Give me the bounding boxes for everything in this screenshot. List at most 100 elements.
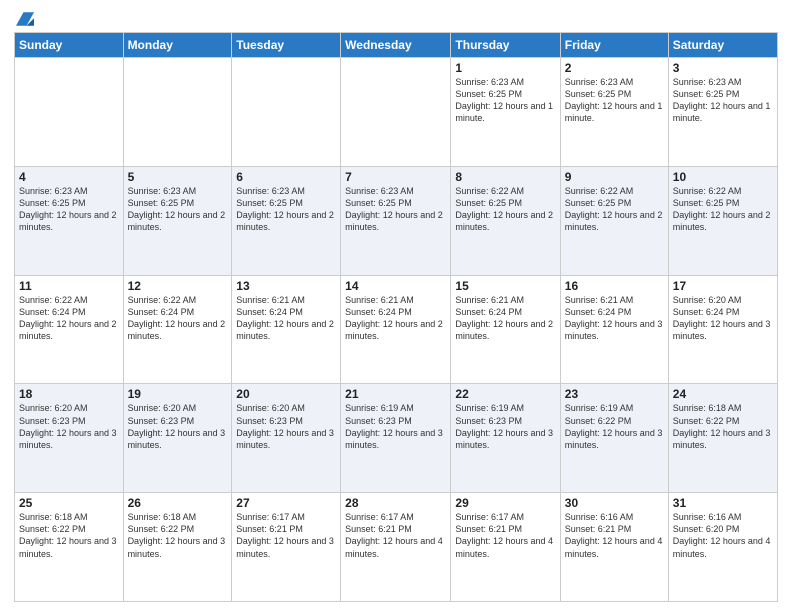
day-info: Sunrise: 6:21 AM Sunset: 6:24 PM Dayligh… [455,294,555,343]
day-number: 22 [455,387,555,401]
day-cell-28: 28Sunrise: 6:17 AM Sunset: 6:21 PM Dayli… [341,493,451,602]
day-number: 8 [455,170,555,184]
day-number: 27 [236,496,336,510]
day-info: Sunrise: 6:23 AM Sunset: 6:25 PM Dayligh… [19,185,119,234]
day-info: Sunrise: 6:17 AM Sunset: 6:21 PM Dayligh… [345,511,446,560]
day-number: 25 [19,496,119,510]
day-number: 26 [128,496,228,510]
day-cell-1: 1Sunrise: 6:23 AM Sunset: 6:25 PM Daylig… [451,58,560,167]
day-cell-9: 9Sunrise: 6:22 AM Sunset: 6:25 PM Daylig… [560,166,668,275]
day-info: Sunrise: 6:22 AM Sunset: 6:25 PM Dayligh… [455,185,555,234]
day-cell-2: 2Sunrise: 6:23 AM Sunset: 6:25 PM Daylig… [560,58,668,167]
weekday-header-monday: Monday [123,33,232,58]
weekday-header-tuesday: Tuesday [232,33,341,58]
day-info: Sunrise: 6:22 AM Sunset: 6:25 PM Dayligh… [565,185,664,234]
day-info: Sunrise: 6:23 AM Sunset: 6:25 PM Dayligh… [128,185,228,234]
day-cell-19: 19Sunrise: 6:20 AM Sunset: 6:23 PM Dayli… [123,384,232,493]
day-number: 11 [19,279,119,293]
day-info: Sunrise: 6:21 AM Sunset: 6:24 PM Dayligh… [565,294,664,343]
day-info: Sunrise: 6:20 AM Sunset: 6:24 PM Dayligh… [673,294,773,343]
day-number: 31 [673,496,773,510]
day-number: 9 [565,170,664,184]
day-cell-17: 17Sunrise: 6:20 AM Sunset: 6:24 PM Dayli… [668,275,777,384]
day-info: Sunrise: 6:23 AM Sunset: 6:25 PM Dayligh… [236,185,336,234]
day-info: Sunrise: 6:18 AM Sunset: 6:22 PM Dayligh… [673,402,773,451]
day-info: Sunrise: 6:23 AM Sunset: 6:25 PM Dayligh… [455,76,555,125]
day-cell-23: 23Sunrise: 6:19 AM Sunset: 6:22 PM Dayli… [560,384,668,493]
day-info: Sunrise: 6:17 AM Sunset: 6:21 PM Dayligh… [455,511,555,560]
day-cell-7: 7Sunrise: 6:23 AM Sunset: 6:25 PM Daylig… [341,166,451,275]
weekday-header-thursday: Thursday [451,33,560,58]
day-number: 15 [455,279,555,293]
day-info: Sunrise: 6:17 AM Sunset: 6:21 PM Dayligh… [236,511,336,560]
week-row-1: 1Sunrise: 6:23 AM Sunset: 6:25 PM Daylig… [15,58,778,167]
day-cell-14: 14Sunrise: 6:21 AM Sunset: 6:24 PM Dayli… [341,275,451,384]
day-number: 28 [345,496,446,510]
day-cell-12: 12Sunrise: 6:22 AM Sunset: 6:24 PM Dayli… [123,275,232,384]
day-number: 29 [455,496,555,510]
day-number: 21 [345,387,446,401]
day-cell-30: 30Sunrise: 6:16 AM Sunset: 6:21 PM Dayli… [560,493,668,602]
day-cell-empty-0 [15,58,124,167]
day-info: Sunrise: 6:18 AM Sunset: 6:22 PM Dayligh… [128,511,228,560]
day-number: 23 [565,387,664,401]
day-number: 13 [236,279,336,293]
day-info: Sunrise: 6:22 AM Sunset: 6:24 PM Dayligh… [128,294,228,343]
day-cell-6: 6Sunrise: 6:23 AM Sunset: 6:25 PM Daylig… [232,166,341,275]
day-number: 1 [455,61,555,75]
day-info: Sunrise: 6:22 AM Sunset: 6:25 PM Dayligh… [673,185,773,234]
day-number: 4 [19,170,119,184]
day-info: Sunrise: 6:20 AM Sunset: 6:23 PM Dayligh… [128,402,228,451]
day-info: Sunrise: 6:20 AM Sunset: 6:23 PM Dayligh… [236,402,336,451]
day-info: Sunrise: 6:23 AM Sunset: 6:25 PM Dayligh… [345,185,446,234]
day-info: Sunrise: 6:16 AM Sunset: 6:20 PM Dayligh… [673,511,773,560]
day-info: Sunrise: 6:19 AM Sunset: 6:23 PM Dayligh… [455,402,555,451]
day-cell-29: 29Sunrise: 6:17 AM Sunset: 6:21 PM Dayli… [451,493,560,602]
logo [14,10,34,26]
day-cell-21: 21Sunrise: 6:19 AM Sunset: 6:23 PM Dayli… [341,384,451,493]
day-cell-3: 3Sunrise: 6:23 AM Sunset: 6:25 PM Daylig… [668,58,777,167]
day-number: 2 [565,61,664,75]
day-number: 7 [345,170,446,184]
day-cell-25: 25Sunrise: 6:18 AM Sunset: 6:22 PM Dayli… [15,493,124,602]
weekday-header-friday: Friday [560,33,668,58]
day-number: 12 [128,279,228,293]
day-cell-26: 26Sunrise: 6:18 AM Sunset: 6:22 PM Dayli… [123,493,232,602]
day-number: 24 [673,387,773,401]
week-row-5: 25Sunrise: 6:18 AM Sunset: 6:22 PM Dayli… [15,493,778,602]
day-info: Sunrise: 6:18 AM Sunset: 6:22 PM Dayligh… [19,511,119,560]
day-info: Sunrise: 6:19 AM Sunset: 6:23 PM Dayligh… [345,402,446,451]
weekday-header-saturday: Saturday [668,33,777,58]
day-cell-5: 5Sunrise: 6:23 AM Sunset: 6:25 PM Daylig… [123,166,232,275]
day-cell-empty-1 [123,58,232,167]
day-cell-22: 22Sunrise: 6:19 AM Sunset: 6:23 PM Dayli… [451,384,560,493]
logo-icon [16,10,34,28]
day-number: 14 [345,279,446,293]
day-cell-24: 24Sunrise: 6:18 AM Sunset: 6:22 PM Dayli… [668,384,777,493]
day-cell-11: 11Sunrise: 6:22 AM Sunset: 6:24 PM Dayli… [15,275,124,384]
day-number: 19 [128,387,228,401]
page-header [14,10,778,26]
day-info: Sunrise: 6:16 AM Sunset: 6:21 PM Dayligh… [565,511,664,560]
calendar-table: SundayMondayTuesdayWednesdayThursdayFrid… [14,32,778,602]
day-number: 20 [236,387,336,401]
day-cell-10: 10Sunrise: 6:22 AM Sunset: 6:25 PM Dayli… [668,166,777,275]
day-cell-27: 27Sunrise: 6:17 AM Sunset: 6:21 PM Dayli… [232,493,341,602]
day-cell-31: 31Sunrise: 6:16 AM Sunset: 6:20 PM Dayli… [668,493,777,602]
day-info: Sunrise: 6:23 AM Sunset: 6:25 PM Dayligh… [565,76,664,125]
day-info: Sunrise: 6:21 AM Sunset: 6:24 PM Dayligh… [345,294,446,343]
day-cell-15: 15Sunrise: 6:21 AM Sunset: 6:24 PM Dayli… [451,275,560,384]
weekday-header-sunday: Sunday [15,33,124,58]
day-cell-18: 18Sunrise: 6:20 AM Sunset: 6:23 PM Dayli… [15,384,124,493]
day-cell-4: 4Sunrise: 6:23 AM Sunset: 6:25 PM Daylig… [15,166,124,275]
day-cell-13: 13Sunrise: 6:21 AM Sunset: 6:24 PM Dayli… [232,275,341,384]
day-cell-20: 20Sunrise: 6:20 AM Sunset: 6:23 PM Dayli… [232,384,341,493]
day-cell-8: 8Sunrise: 6:22 AM Sunset: 6:25 PM Daylig… [451,166,560,275]
day-info: Sunrise: 6:22 AM Sunset: 6:24 PM Dayligh… [19,294,119,343]
weekday-header-row: SundayMondayTuesdayWednesdayThursdayFrid… [15,33,778,58]
day-number: 3 [673,61,773,75]
week-row-4: 18Sunrise: 6:20 AM Sunset: 6:23 PM Dayli… [15,384,778,493]
day-number: 6 [236,170,336,184]
day-number: 30 [565,496,664,510]
week-row-3: 11Sunrise: 6:22 AM Sunset: 6:24 PM Dayli… [15,275,778,384]
